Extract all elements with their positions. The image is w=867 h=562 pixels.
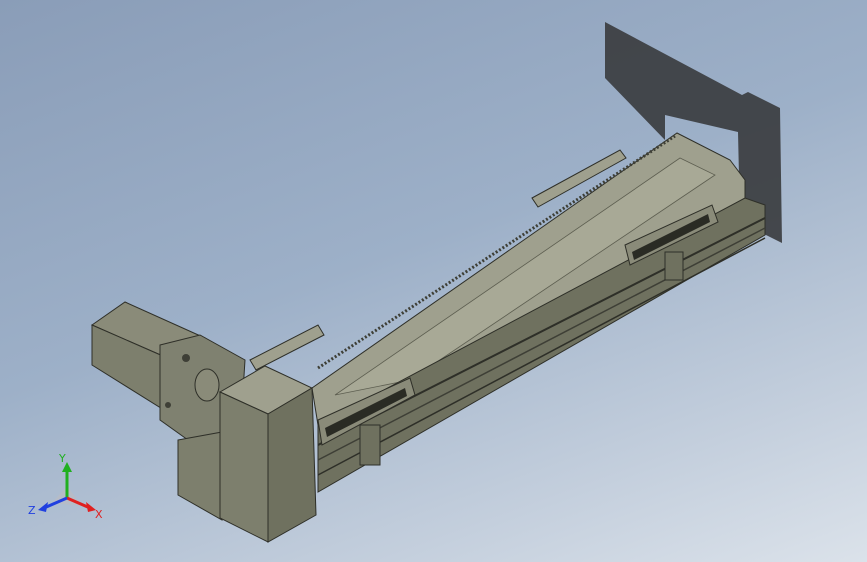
mounting-bracket-left[interactable] xyxy=(249,324,325,371)
motor-lower-block[interactable] xyxy=(177,431,223,521)
coupler-boss xyxy=(194,368,220,402)
flange-bolt-1 xyxy=(182,354,190,362)
reducer-cover-front[interactable] xyxy=(219,391,269,543)
coordinate-triad[interactable]: Y X Z xyxy=(22,448,112,528)
z-arrow-icon xyxy=(38,502,48,512)
cad-viewport[interactable]: Y X Z xyxy=(0,0,867,562)
x-label: X xyxy=(95,508,103,521)
model-scene[interactable] xyxy=(0,0,867,562)
carriage-rear-clamp xyxy=(664,251,684,281)
y-label: Y xyxy=(58,452,66,465)
carriage-front-clamp xyxy=(359,424,381,466)
z-label: Z xyxy=(28,504,36,517)
flange-bolt-2 xyxy=(165,402,171,408)
reducer-cover-side xyxy=(267,387,317,543)
